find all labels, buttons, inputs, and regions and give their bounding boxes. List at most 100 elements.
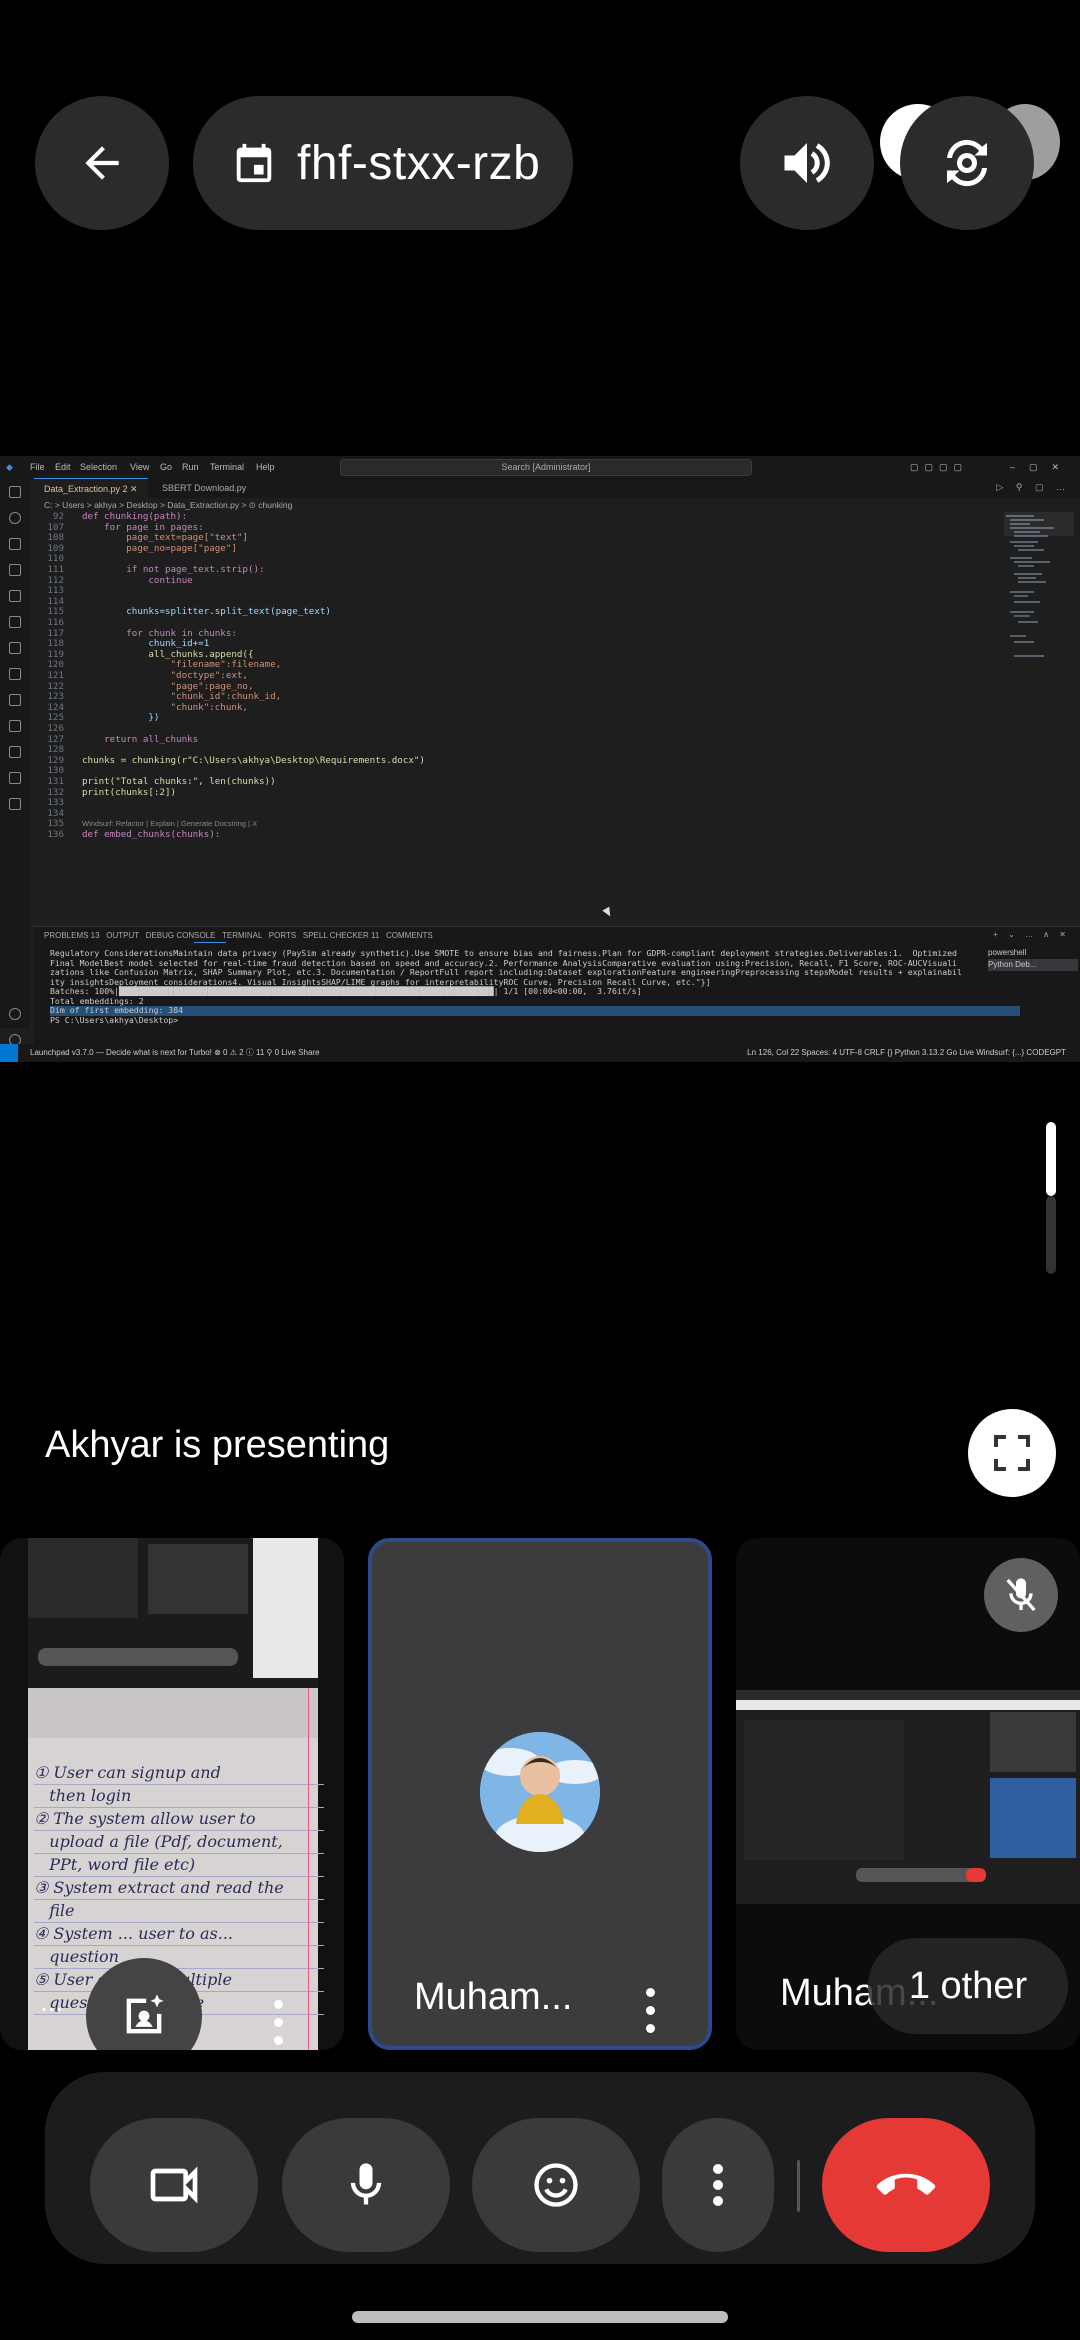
code-line: print(chunks[:2]) xyxy=(82,786,177,798)
menu-edit[interactable]: Edit xyxy=(55,462,71,472)
microphone-icon xyxy=(350,2163,382,2205)
terminal-line: Total embeddings: 2 xyxy=(50,995,144,1006)
code-line: return all_chunks xyxy=(82,733,199,745)
reactions-button[interactable] xyxy=(472,2118,640,2252)
notebook-line: ② The system allow user to xyxy=(34,1808,324,1831)
code-line: print("Total chunks:", len(chunks)) xyxy=(82,776,276,787)
others-count-badge[interactable]: 1 other xyxy=(868,1938,1068,2034)
line-number: 92 xyxy=(52,511,64,522)
tab-sbert-download[interactable]: SBERT Download.py xyxy=(152,478,256,498)
notebook-line: then login xyxy=(34,1785,324,1808)
menu-go[interactable]: Go xyxy=(160,462,172,472)
database-icon[interactable] xyxy=(9,694,21,706)
status-right[interactable]: Ln 126, Col 22 Spaces: 4 UTF-8 CRLF {} P… xyxy=(747,1044,1066,1062)
tab-label: Data_Extraction.py 2 xyxy=(44,484,128,494)
source-control-icon[interactable] xyxy=(9,538,21,550)
terminal-item-python-debug[interactable]: Python Deb... xyxy=(988,959,1078,971)
code-line: "doctype":ext, xyxy=(82,670,248,681)
camera-toggle-button[interactable] xyxy=(90,2118,258,2252)
breadcrumb: C: > Users > akhya > Desktop > Data_Extr… xyxy=(44,500,293,510)
more-options-button[interactable] xyxy=(662,2118,774,2252)
code-line: page_no=page["page"] xyxy=(82,542,237,554)
sparkle-portrait-icon xyxy=(126,1994,164,2034)
minimap[interactable] xyxy=(1004,512,1074,692)
terminal-tab-underline xyxy=(194,942,226,943)
terminal-list[interactable]: powershell Python Deb... xyxy=(988,947,1078,971)
tab-data-extraction[interactable]: Data_Extraction.py 2 ✕ xyxy=(34,478,148,499)
code-line: chunks = chunking(r"C:\Users\akhya\Deskt… xyxy=(82,754,425,766)
testing-icon[interactable] xyxy=(9,642,21,654)
explorer-icon[interactable] xyxy=(9,486,21,498)
line-number: 126 xyxy=(47,723,64,734)
end-call-icon xyxy=(876,2173,936,2195)
search-icon[interactable] xyxy=(9,512,21,524)
switch-camera-button[interactable] xyxy=(900,96,1034,230)
notebook-line: file xyxy=(34,1900,324,1923)
end-call-button[interactable] xyxy=(822,2118,990,2252)
participant-tile-active[interactable]: Muham... xyxy=(368,1538,712,2050)
menu-terminal[interactable]: Terminal xyxy=(210,462,244,472)
fullscreen-icon xyxy=(994,1435,1030,1471)
panel-tabs[interactable]: PROBLEMS 13 OUTPUT DEBUG CONSOLE TERMINA… xyxy=(44,931,433,940)
meeting-info-button[interactable]: fhf-stxx-rzb xyxy=(193,96,573,230)
settings-sync-icon[interactable] xyxy=(9,668,21,680)
menu-run[interactable]: Run xyxy=(182,462,199,472)
status-left[interactable]: Launchpad v3.7.0 — Decide what is next f… xyxy=(30,1044,320,1062)
emoji-icon xyxy=(534,2163,578,2207)
window-controls: –▢✕ xyxy=(1010,462,1074,472)
extensions-icon[interactable] xyxy=(9,590,21,602)
fullscreen-button[interactable] xyxy=(968,1409,1056,1497)
remote-indicator[interactable] xyxy=(0,1044,18,1062)
run-controls[interactable]: ▷ ⚲ ▢ … xyxy=(996,482,1070,493)
code-editor[interactable]: 92 def chunking(path): 107 for page in pag… xyxy=(34,511,994,882)
vscode-search[interactable]: Search [Administrator] xyxy=(340,459,752,476)
notebook-line: ③ System extract and read the xyxy=(34,1877,324,1900)
participant-tile[interactable]: Muham... 1 other xyxy=(736,1538,1080,2050)
participant-tile[interactable]: ① User can signup and then login ② The sy… xyxy=(0,1538,344,2050)
menu-file[interactable]: File xyxy=(30,462,45,472)
terminal-output[interactable]: Regulatory ConsiderationsMaintain data p… xyxy=(50,949,1020,1025)
meeting-code: fhf-stxx-rzb xyxy=(297,136,541,190)
code-line: chunks=splitter.split_text(page_text) xyxy=(82,606,331,618)
account-icon[interactable] xyxy=(9,1008,21,1020)
notebook-line: question xyxy=(34,1946,324,1969)
scroll-track xyxy=(1046,1196,1056,1274)
controls-divider xyxy=(797,2160,800,2212)
presenting-label: Akhyar is presenting xyxy=(45,1424,390,1466)
mouse-cursor xyxy=(602,906,614,919)
speaker-icon xyxy=(784,143,830,183)
menu-view[interactable]: View xyxy=(130,462,149,472)
bookmark-icon[interactable] xyxy=(9,720,21,732)
more-vert-icon xyxy=(713,2164,723,2206)
participant-more-button[interactable] xyxy=(644,1988,656,2034)
code-line: if not page_text.strip(): xyxy=(82,564,265,575)
folder-icon[interactable] xyxy=(9,746,21,758)
audio-output-button[interactable] xyxy=(740,96,874,230)
terminal-item-powershell[interactable]: powershell xyxy=(988,947,1078,959)
camera-laptop-screen xyxy=(28,1538,318,1688)
participant-more-button[interactable] xyxy=(272,2000,284,2046)
bottom-panel: PROBLEMS 13 OUTPUT DEBUG CONSOLE TERMINA… xyxy=(34,926,1080,1045)
windsurf-icon[interactable] xyxy=(9,772,21,784)
microphone-toggle-button[interactable] xyxy=(282,2118,450,2252)
code-line: }) xyxy=(82,712,160,724)
menu-help[interactable]: Help xyxy=(256,462,275,472)
scroll-thumb[interactable] xyxy=(1046,1122,1056,1196)
tab-label: SBERT Download.py xyxy=(162,483,247,493)
shared-screen-thumbnail xyxy=(736,1690,1080,1904)
menu-selection[interactable]: Selection xyxy=(80,462,117,472)
run-debug-icon[interactable] xyxy=(9,564,21,576)
switch-camera-icon xyxy=(947,139,987,187)
back-button[interactable] xyxy=(35,96,169,230)
home-indicator[interactable] xyxy=(352,2311,728,2323)
avatar xyxy=(480,1732,600,1852)
line-number: 116 xyxy=(47,617,64,628)
back-arrow-icon xyxy=(85,146,119,180)
vscode-titlebar: ◆ File Edit Selection View Go Run Termin… xyxy=(0,456,1080,478)
live-share-icon[interactable] xyxy=(9,798,21,810)
panel-actions[interactable]: + ⌄ … ∧ ✕ xyxy=(993,930,1070,939)
remote-icon[interactable] xyxy=(9,616,21,628)
terminal-line: Batches: 100%|██████████████████████████… xyxy=(50,986,642,996)
shared-screen: ◆ File Edit Selection View Go Run Termin… xyxy=(0,456,1080,1062)
notebook-line: ① User can signup and xyxy=(34,1762,324,1785)
